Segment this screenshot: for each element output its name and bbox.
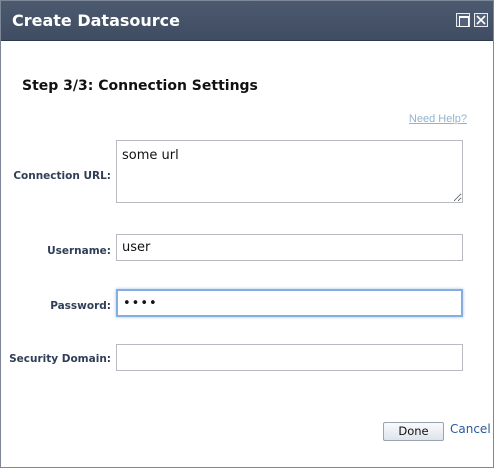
security-domain-field[interactable] bbox=[116, 344, 463, 371]
maximize-icon[interactable] bbox=[456, 13, 470, 27]
done-button[interactable]: Done bbox=[383, 422, 444, 441]
create-datasource-dialog: Create Datasource Step 3/3: Connection S… bbox=[0, 0, 494, 468]
username-field[interactable] bbox=[116, 234, 463, 261]
dialog-titlebar[interactable]: Create Datasource bbox=[1, 1, 493, 41]
dialog-title: Create Datasource bbox=[12, 11, 181, 30]
connection-url-field[interactable]: some url bbox=[116, 140, 463, 203]
username-label: Username: bbox=[47, 245, 111, 257]
connection-url-label: Connection URL: bbox=[13, 170, 111, 182]
need-help-link[interactable]: Need Help? bbox=[409, 113, 467, 125]
security-domain-label: Security Domain: bbox=[9, 353, 111, 365]
cancel-link[interactable]: Cancel bbox=[450, 422, 491, 436]
password-field[interactable] bbox=[116, 289, 463, 317]
step-title: Step 3/3: Connection Settings bbox=[22, 78, 258, 94]
password-label: Password: bbox=[50, 300, 111, 312]
close-icon[interactable] bbox=[474, 13, 488, 27]
